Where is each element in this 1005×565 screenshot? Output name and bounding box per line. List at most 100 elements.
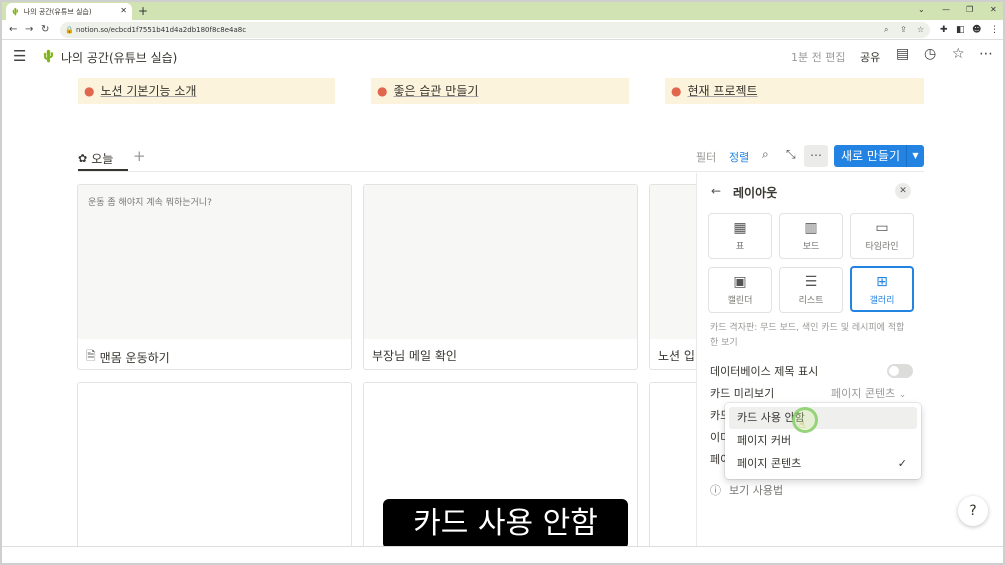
gallery-card[interactable]: 운동 좀 해야지 계속 뭐하는거니? 🗎 맨몸 운동하기 — [77, 184, 352, 370]
help-link[interactable]: ⓘ 보기 사용법 — [710, 482, 783, 498]
peach-icon: ● — [377, 84, 388, 98]
help-button[interactable]: ? — [958, 496, 988, 526]
subtitle-caption: 카드 사용 안함 — [383, 499, 628, 549]
bottom-bar — [2, 546, 1003, 563]
back-icon[interactable]: ← — [9, 22, 17, 38]
layout-option-gallery[interactable]: ⊞ 갤러리 — [850, 266, 914, 312]
card-title: 부장님 메일 확인 — [372, 347, 457, 364]
menu-icon[interactable]: ☰ — [13, 49, 26, 64]
new-button[interactable]: 새로 만들기 ▼ — [834, 145, 924, 167]
bookmark-star-icon[interactable]: ☆ — [917, 22, 924, 38]
more-icon[interactable]: ⋯ — [979, 46, 993, 62]
view-tab-label: 오늘 — [91, 151, 114, 166]
new-tab-icon[interactable]: + — [138, 3, 148, 19]
zoom-icon[interactable]: ⌕ — [884, 22, 888, 38]
screen: 🌵 나의 공간(유튜브 실습) ✕ + ⌄ — ❐ ✕ ← → ↻ 🔒 noti… — [0, 0, 1005, 565]
list-icon: ☰ — [804, 274, 818, 290]
favorite-star-icon[interactable]: ☆ — [952, 46, 965, 62]
view-tab-today[interactable]: ✿ 오늘 — [78, 146, 113, 170]
peach-icon: ● — [671, 84, 682, 98]
add-view-icon[interactable]: + — [133, 146, 146, 166]
card-preview-dropdown: 카드 사용 안함 페이지 커버 페이지 콘텐츠 ✓ — [725, 403, 921, 479]
layout-label: 갤러리 — [869, 296, 895, 306]
chevron-down-icon: ⌄ — [898, 390, 907, 400]
chevron-down-icon[interactable]: ⌄ — [918, 3, 925, 17]
calendar-icon: ▣ — [733, 274, 747, 290]
url-input[interactable]: 🔒 notion.so/ecbcd1f7551b41d4a2db180f8c8e… — [60, 22, 930, 38]
timeline-icon: ▭ — [875, 220, 889, 236]
callout-block[interactable]: ● 좋은 습관 만들기 — [371, 78, 629, 104]
address-bar: ← → ↻ 🔒 notion.so/ecbcd1f7551b41d4a2db18… — [2, 20, 1003, 40]
lock-icon: 🔒 — [65, 26, 74, 34]
callout-link[interactable]: 좋은 습관 만들기 — [393, 84, 478, 98]
dropdown-option-cover[interactable]: 페이지 커버 — [729, 430, 917, 452]
card-preview — [78, 383, 351, 537]
browser-tab[interactable]: 🌵 나의 공간(유튜브 실습) ✕ — [6, 3, 132, 20]
flower-icon: ✿ — [78, 151, 88, 165]
layout-label: 캘린더 — [727, 296, 753, 306]
expand-icon[interactable]: ⤡ — [786, 147, 796, 162]
browser-tab-title: 나의 공간(유튜브 실습) — [23, 7, 92, 16]
layout-label: 표 — [735, 242, 745, 252]
layout-option-table[interactable]: ▦ 표 — [708, 213, 772, 259]
sort-button[interactable]: 정렬 — [729, 149, 749, 165]
gallery-card[interactable]: 부장님 메일 확인 — [363, 184, 638, 370]
card-preview-value: 페이지 콘텐츠 — [831, 387, 896, 400]
comment-icon[interactable]: ▤ — [896, 46, 909, 62]
window-close-icon[interactable]: ✕ — [990, 3, 997, 17]
new-button-label: 새로 만들기 — [841, 149, 901, 163]
dropdown-option-content[interactable]: 페이지 콘텐츠 ✓ — [729, 453, 917, 475]
filter-button[interactable]: 필터 — [696, 149, 716, 165]
notion-topbar: ☰ 🌵 나의 공간(유튜브 실습) 1분 전 편집 공유 ▤ ◷ ☆ ⋯ — [2, 40, 1003, 72]
card-title: 노션 입 — [658, 347, 695, 364]
minimize-icon[interactable]: — — [942, 3, 950, 17]
dropdown-option-none[interactable]: 카드 사용 안함 — [729, 407, 917, 429]
restore-icon[interactable]: ❐ — [966, 3, 973, 17]
board-icon: ▥ — [804, 220, 818, 236]
callout-block[interactable]: ● 현재 프로젝트 — [665, 78, 924, 104]
card-preview-select[interactable]: 페이지 콘텐츠 ⌄ — [831, 385, 906, 401]
card-name: 노션 입 — [658, 349, 695, 363]
callout-block[interactable]: ● 노션 기본기능 소개 — [78, 78, 335, 104]
layout-description: 카드 격자판: 무드 보드, 색인 카드 및 레시피에 적합한 보기 — [710, 323, 905, 348]
card-preview — [364, 185, 637, 339]
extensions-icon[interactable]: ✚ — [940, 23, 948, 37]
close-icon[interactable]: ✕ — [895, 183, 911, 199]
show-db-title-label: 데이터베이스 제목 표시 — [710, 365, 819, 378]
show-db-title-toggle[interactable] — [887, 364, 913, 378]
gallery-card[interactable] — [77, 382, 352, 562]
option-label: 페이지 콘텐츠 — [737, 457, 802, 470]
card-name: 부장님 메일 확인 — [372, 349, 457, 363]
option-label: 페이지 커버 — [737, 434, 792, 447]
card-title: 🗎 맨몸 운동하기 — [86, 347, 170, 368]
search-icon[interactable]: ⌕ — [762, 147, 769, 162]
chevron-down-icon[interactable]: ▼ — [906, 145, 924, 167]
browser-menu-icon[interactable]: ⋮ — [990, 23, 999, 37]
layout-label: 리스트 — [798, 296, 824, 306]
share-page-icon[interactable]: ⇪ — [900, 22, 907, 38]
gallery-icon: ⊞ — [876, 274, 888, 290]
layout-label: 보드 — [802, 242, 820, 252]
layout-option-timeline[interactable]: ▭ 타임라인 — [850, 213, 914, 259]
share-button[interactable]: 공유 — [860, 49, 880, 65]
layout-option-list[interactable]: ☰ 리스트 — [779, 267, 843, 313]
card-preview-label: 카드 미리보기 — [710, 387, 775, 400]
close-icon[interactable]: ✕ — [120, 6, 127, 15]
pointer-icon: ☝ — [799, 420, 806, 431]
url-text: notion.so/ecbcd1f7551b41d4a2db180f8c8e4a… — [76, 26, 247, 34]
back-arrow-icon[interactable]: ← — [711, 184, 721, 198]
callout-link[interactable]: 노션 기본기능 소개 — [100, 84, 196, 98]
peach-icon: ● — [84, 84, 95, 98]
layout-option-board[interactable]: ▥ 보드 — [779, 213, 843, 259]
layout-option-calendar[interactable]: ▣ 캘린더 — [708, 267, 772, 313]
browser-tab-bar: 🌵 나의 공간(유튜브 실습) ✕ + ⌄ — ❐ ✕ — [2, 2, 1003, 20]
clock-icon[interactable]: ◷ — [924, 46, 936, 62]
page-title[interactable]: 나의 공간(유튜브 실습) — [61, 49, 177, 66]
layout-label: 타임라인 — [865, 242, 899, 252]
sidepanel-icon[interactable]: ◧ — [956, 23, 965, 37]
forward-icon[interactable]: → — [25, 22, 33, 38]
more-options-icon[interactable]: ⋯ — [804, 145, 828, 167]
reload-icon[interactable]: ↻ — [41, 22, 49, 38]
callout-link[interactable]: 현재 프로젝트 — [687, 84, 757, 98]
profile-icon[interactable]: ☻ — [972, 23, 981, 37]
